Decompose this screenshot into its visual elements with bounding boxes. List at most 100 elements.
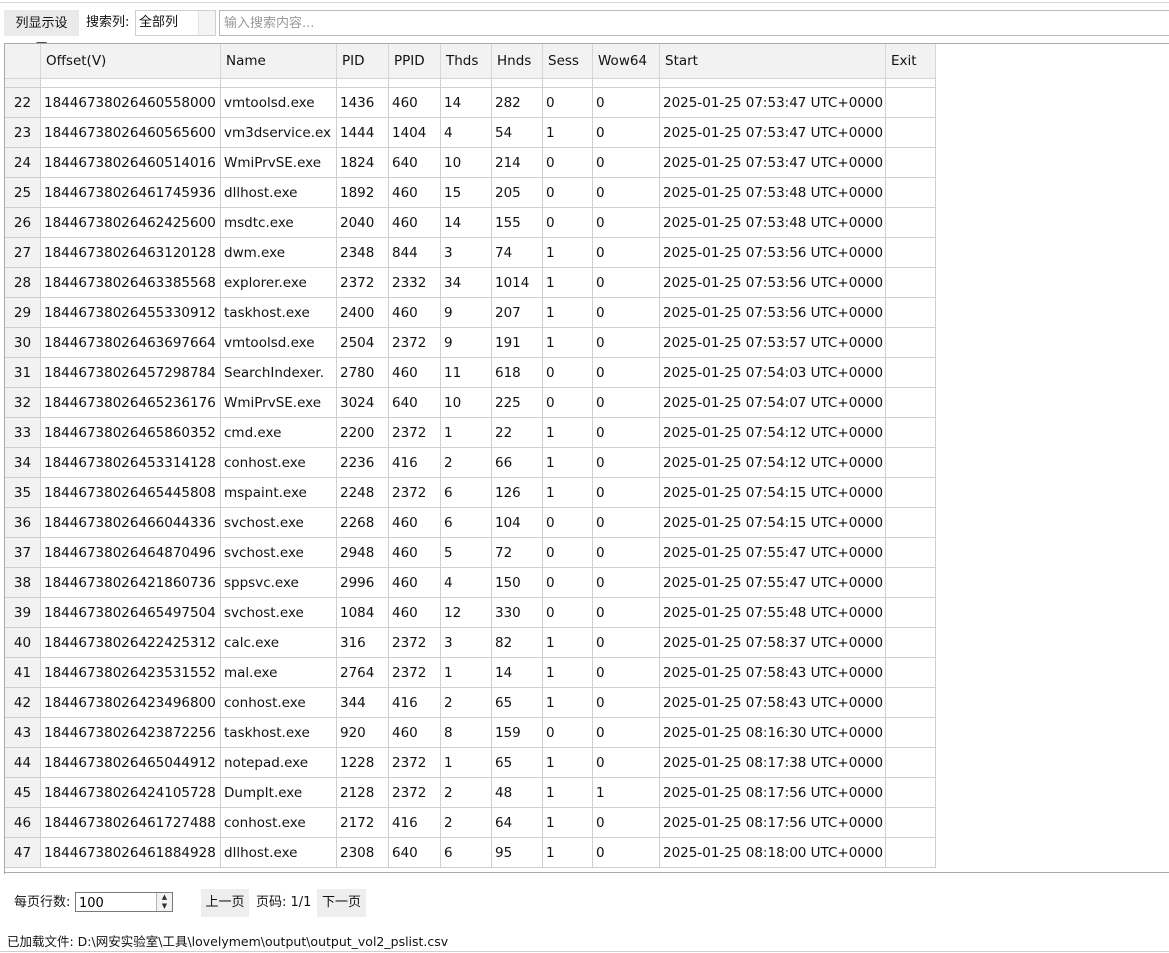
table-cell[interactable]: [886, 808, 936, 838]
table-cell[interactable]: 0: [593, 178, 660, 208]
table-cell[interactable]: 2025-01-25 08:17:38 UTC+0000: [660, 748, 886, 778]
table-cell[interactable]: 460: [389, 358, 441, 388]
table-cell[interactable]: 14: [441, 208, 492, 238]
table-row[interactable]: 34 18446738026453314128 conhost.exe 2236 416…: [5, 448, 936, 478]
table-cell[interactable]: 0: [543, 718, 593, 748]
table-cell[interactable]: 14: [492, 658, 543, 688]
table-row[interactable]: 24 18446738026460514016 WmiPrvSE.exe 1824 64…: [5, 148, 936, 178]
table-cell[interactable]: 2025-01-25 07:55:47 UTC+0000: [660, 568, 886, 598]
table-cell[interactable]: 18446738026461727488: [41, 808, 221, 838]
row-number[interactable]: 37: [5, 538, 41, 568]
table-row[interactable]: 23 18446738026460565600 vm3dservice.ex 1444…: [5, 118, 936, 148]
table-cell[interactable]: [886, 748, 936, 778]
row-number[interactable]: 21: [5, 79, 41, 88]
table-cell[interactable]: 2025-01-25 07:53:56 UTC+0000: [660, 268, 886, 298]
table-cell[interactable]: 460: [389, 538, 441, 568]
table-row[interactable]: 32 18446738026465236176 WmiPrvSE.exe 3024 64…: [5, 388, 936, 418]
table-cell[interactable]: 14: [441, 88, 492, 118]
table-cell[interactable]: 2372: [389, 658, 441, 688]
table-cell[interactable]: 48: [492, 778, 543, 808]
table-cell[interactable]: 2025-01-25 07:58:43 UTC+0000: [660, 658, 886, 688]
table-cell[interactable]: 2372: [389, 478, 441, 508]
table-cell[interactable]: [886, 388, 936, 418]
table-cell[interactable]: 18446738026465236176: [41, 388, 221, 418]
table-cell[interactable]: dllhost.exe: [221, 838, 337, 868]
row-number[interactable]: 32: [5, 388, 41, 418]
table-cell[interactable]: 2400: [337, 298, 389, 328]
table-cell[interactable]: 0: [593, 79, 660, 88]
row-number[interactable]: 34: [5, 448, 41, 478]
row-number[interactable]: 42: [5, 688, 41, 718]
spin-up-icon[interactable]: ▲: [157, 893, 172, 902]
table-cell[interactable]: 2025-01-25 07:53:57 UTC+0000: [660, 328, 886, 358]
table-cell[interactable]: 18446738026465497504: [41, 598, 221, 628]
table-cell[interactable]: 18446738026465445808: [41, 478, 221, 508]
table-cell[interactable]: 282: [492, 88, 543, 118]
table-cell[interactable]: [886, 688, 936, 718]
table-cell[interactable]: 72: [492, 538, 543, 568]
table-cell[interactable]: 2372: [337, 268, 389, 298]
table-cell[interactable]: 2025-01-25 07:55:47 UTC+0000: [660, 538, 886, 568]
table-cell[interactable]: 640: [389, 148, 441, 178]
row-number[interactable]: 29: [5, 298, 41, 328]
column-header[interactable]: PPID: [389, 44, 441, 79]
table-cell[interactable]: 0: [593, 688, 660, 718]
table-cell[interactable]: 0: [593, 418, 660, 448]
header-corner[interactable]: [5, 44, 41, 79]
table-row[interactable]: 33 18446738026465860352 cmd.exe 2200 2372 1 22…: [5, 418, 936, 448]
column-header[interactable]: Exit: [886, 44, 936, 79]
table-cell[interactable]: 150: [492, 568, 543, 598]
table-row[interactable]: 36 18446738026466044336 svchost.exe 2268 460…: [5, 508, 936, 538]
table-cell[interactable]: [886, 538, 936, 568]
table-cell[interactable]: 1014: [492, 268, 543, 298]
table-cell[interactable]: 2025-01-25 07:54:03 UTC+0000: [660, 358, 886, 388]
table-cell[interactable]: 1: [543, 808, 593, 838]
table-cell[interactable]: 1: [543, 658, 593, 688]
table-cell[interactable]: 2372: [389, 778, 441, 808]
table-cell[interactable]: msdtc.exe: [221, 208, 337, 238]
table-cell[interactable]: svchost.exe: [221, 508, 337, 538]
table-cell[interactable]: 18446738026423872256: [41, 718, 221, 748]
table-cell[interactable]: 0: [543, 508, 593, 538]
table-cell[interactable]: 0: [593, 148, 660, 178]
table-cell[interactable]: 2025-01-25 07:53:47 UTC+0000: [660, 79, 886, 88]
table-cell[interactable]: 0: [543, 208, 593, 238]
table-cell[interactable]: 65: [492, 79, 543, 88]
table-cell[interactable]: 18446738026424105728: [41, 778, 221, 808]
table-cell[interactable]: 2780: [337, 358, 389, 388]
rows-per-page-spinbox[interactable]: ▲ ▼: [75, 892, 173, 913]
table-row[interactable]: 42 18446738026423496800 conhost.exe 344 416 2…: [5, 688, 936, 718]
table-row[interactable]: 29 18446738026455330912 taskhost.exe 2400 46…: [5, 298, 936, 328]
table-cell[interactable]: 18446738026457298784: [41, 358, 221, 388]
table-cell[interactable]: 18446738026464870496: [41, 538, 221, 568]
table-cell[interactable]: 2025-01-25 07:53:47 UTC+0000: [660, 148, 886, 178]
table-cell[interactable]: 0: [543, 598, 593, 628]
table-cell[interactable]: 18446738026465044912: [41, 748, 221, 778]
table-cell[interactable]: 65: [492, 688, 543, 718]
table-cell[interactable]: 2504: [337, 328, 389, 358]
table-cell[interactable]: 2025-01-25 07:54:07 UTC+0000: [660, 388, 886, 418]
table-cell[interactable]: 205: [492, 178, 543, 208]
table-cell[interactable]: 4: [441, 568, 492, 598]
table-cell[interactable]: 0: [593, 478, 660, 508]
row-number[interactable]: 38: [5, 568, 41, 598]
table-cell[interactable]: [886, 148, 936, 178]
table-cell[interactable]: 0: [593, 568, 660, 598]
table-cell[interactable]: 6: [441, 838, 492, 868]
prev-page-button[interactable]: 上一页: [201, 889, 249, 917]
table-cell[interactable]: 2332: [389, 268, 441, 298]
table-cell[interactable]: mspaint.exe: [221, 478, 337, 508]
table-cell[interactable]: 18446738026461745936: [41, 178, 221, 208]
table-cell[interactable]: 2025-01-25 07:58:37 UTC+0000: [660, 628, 886, 658]
table-cell[interactable]: 2268: [337, 508, 389, 538]
table-cell[interactable]: dwm.exe: [221, 238, 337, 268]
table-cell[interactable]: 3024: [337, 388, 389, 418]
table-cell[interactable]: 0: [593, 118, 660, 148]
table-row[interactable]: 25 18446738026461745936 dllhost.exe 1892 460…: [5, 178, 936, 208]
table-cell[interactable]: sppsvc.exe: [221, 568, 337, 598]
table-row[interactable]: 30 18446738026463697664 vmtoolsd.exe 2504 23…: [5, 328, 936, 358]
table-cell[interactable]: 1: [441, 658, 492, 688]
table-cell[interactable]: 2128: [337, 778, 389, 808]
table-cell[interactable]: 18446738026460565600: [41, 118, 221, 148]
table-cell[interactable]: 1404: [337, 79, 389, 88]
